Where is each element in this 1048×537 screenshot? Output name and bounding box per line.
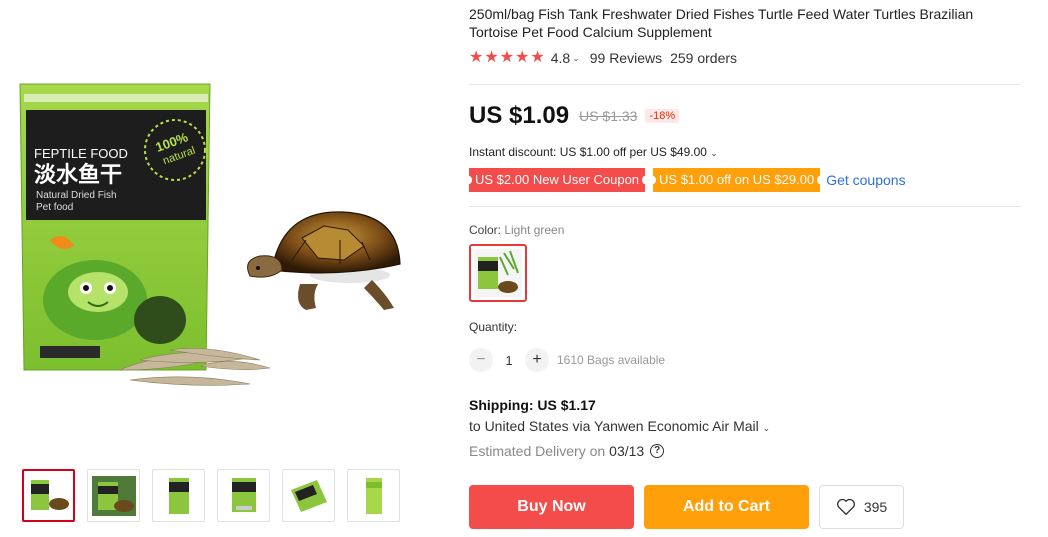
quantity-decrease-button[interactable]: −: [469, 348, 493, 372]
star-icon: ★: [515, 49, 530, 66]
swatch-image: [474, 249, 522, 297]
new-user-coupon[interactable]: US $2.00 New User Coupon: [465, 168, 649, 192]
buy-now-button[interactable]: Buy Now: [469, 485, 634, 529]
thumbnail-6[interactable]: [347, 469, 400, 522]
instant-discount-text: Instant discount: US $1.00 off per US $4…: [469, 145, 707, 159]
chevron-down-icon: ⌄: [762, 423, 771, 433]
thumbnail-5-image: [290, 479, 327, 512]
price-row: US $1.09 US $1.33 -18%: [469, 102, 680, 130]
product-title: 250ml/bag Fish Tank Freshwater Dried Fis…: [469, 6, 974, 40]
thumbnail-3[interactable]: [152, 469, 205, 522]
product-main-image[interactable]: 100% natural FEPTILE FOOD 淡水鱼干 Natural D…: [10, 70, 440, 400]
coupons-row: US $2.00 New User Coupon US $1.00 off on…: [465, 168, 906, 192]
thumbnail-6-image: [365, 477, 382, 514]
quantity-increase-button[interactable]: +: [525, 348, 549, 372]
question-circle-icon[interactable]: ?: [650, 444, 665, 458]
original-price: US $1.33: [579, 108, 638, 124]
reviews-link[interactable]: 99 Reviews: [590, 50, 662, 66]
quantity-label: Quantity:: [469, 320, 518, 334]
rating-score[interactable]: 4.8: [551, 50, 570, 66]
chevron-down-icon[interactable]: ⌄: [572, 53, 580, 64]
rating-stars[interactable]: ★ ★ ★ ★ ★: [469, 50, 545, 66]
get-coupons-link[interactable]: Get coupons: [826, 172, 905, 188]
wishlist-count: 395: [863, 499, 888, 515]
stock-available: 1610 Bags available: [557, 353, 666, 367]
product-photo: 100% natural FEPTILE FOOD 淡水鱼干 Natural D…: [19, 83, 401, 386]
instant-discount[interactable]: Instant discount: US $1.00 off per US $4…: [469, 145, 718, 159]
color-label-text: Color:: [469, 223, 505, 237]
food-package-image: 100% natural FEPTILE FOOD 淡水鱼干 Natural D…: [19, 83, 211, 371]
rating-row: ★ ★ ★ ★ ★ 4.8 ⌄ 99 Reviews 259 orders: [469, 50, 738, 67]
thumbnail-1-image: [30, 479, 69, 510]
shipping-route-text: to United States via Yanwen Economic Air…: [469, 418, 759, 434]
shipping-method[interactable]: to United States via Yanwen Economic Air…: [469, 418, 770, 434]
current-price: US $1.09: [469, 102, 570, 129]
thumbnail-2[interactable]: [87, 469, 140, 522]
svg-text:Natural Dried Fish: Natural Dried Fish: [36, 190, 117, 201]
quantity-stepper: − 1 + 1610 Bags available: [469, 348, 665, 372]
heart-icon: [836, 498, 855, 516]
star-icon: ★: [499, 49, 515, 66]
divider: [469, 84, 1021, 85]
delivery-label: Estimated Delivery on: [469, 443, 606, 459]
add-to-cart-button[interactable]: Add to Cart: [644, 485, 809, 529]
tortoise-image: [247, 211, 401, 310]
thumbnail-4[interactable]: [217, 469, 270, 522]
estimated-delivery: Estimated Delivery on 03/13 ?: [469, 443, 665, 459]
color-label: Color: Light green: [469, 223, 564, 237]
svg-text:Pet food: Pet food: [36, 202, 73, 213]
orders-count: 259 orders: [670, 50, 738, 66]
thumbnail-2-image: [91, 475, 136, 516]
store-coupon[interactable]: US $1.00 off on US $29.00: [650, 168, 824, 192]
discount-badge: -18%: [645, 109, 680, 123]
thumbnail-4-image: [231, 477, 256, 512]
divider: [469, 206, 1021, 207]
svg-text:FEPTILE FOOD: FEPTILE FOOD: [34, 146, 128, 161]
quantity-input[interactable]: 1: [493, 353, 525, 368]
svg-text:淡水鱼干: 淡水鱼干: [34, 162, 122, 188]
color-value: Light green: [504, 223, 565, 237]
wishlist-button[interactable]: 395: [819, 485, 904, 529]
thumbnail-3-image: [168, 477, 189, 514]
thumbnail-1[interactable]: [22, 469, 75, 522]
chevron-down-icon: ⌄: [710, 148, 718, 158]
star-icon: ★: [530, 49, 545, 66]
color-swatch-light-green[interactable]: [469, 244, 527, 302]
star-icon: ★: [469, 49, 484, 66]
shipping-title: Shipping: US $1.17: [469, 397, 596, 413]
delivery-date: 03/13: [609, 443, 645, 459]
thumbnail-5[interactable]: [282, 469, 335, 522]
thumbnail-strip: [22, 469, 400, 522]
star-icon: ★: [484, 49, 499, 66]
